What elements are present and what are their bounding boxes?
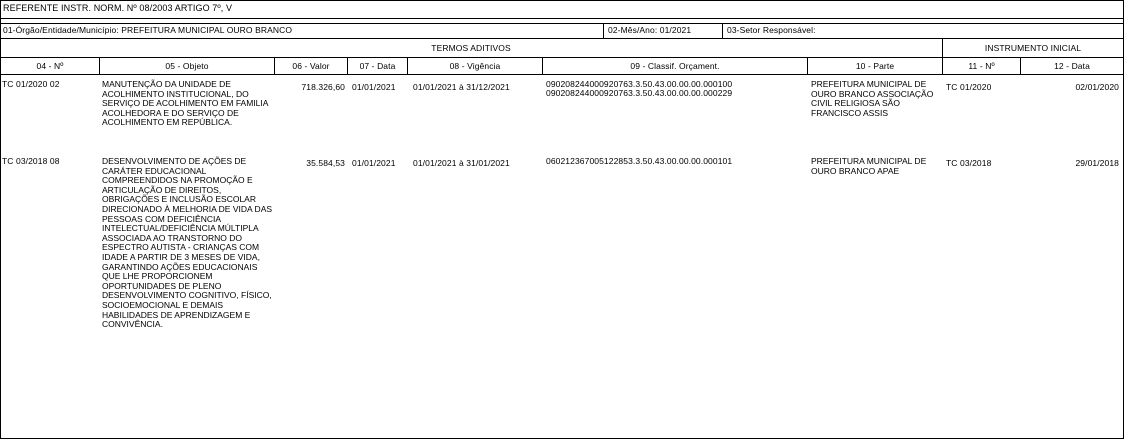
- cell-parte: PREFEITURA MUNICIPAL DE OURO BRANCO APAE: [811, 156, 927, 176]
- cell-objeto: MANUTENÇÃO DA UNIDADE DE ACOLHIMENTO INS…: [102, 79, 268, 128]
- cell-inicial-numero: TC 03/2018: [946, 158, 992, 168]
- cell-inicial-data: 29/01/2018: [1075, 158, 1119, 168]
- rule-under-column-headers: [0, 74, 1124, 75]
- cell-inicial-data: 02/01/2020: [1075, 82, 1119, 92]
- divider-mes-setor: [722, 23, 723, 38]
- rule-under-reference: [0, 18, 1124, 19]
- cell-numero: TC 01/2020 02: [2, 79, 60, 89]
- col-header-parte: 10 - Parte: [855, 61, 895, 71]
- col-header-inicial-data: 12 - Data: [1054, 61, 1090, 71]
- cell-valor: 35.584,53: [306, 158, 345, 168]
- cell-data: 01/01/2021: [352, 158, 396, 168]
- col-header-numero: 04 - Nº: [36, 61, 64, 71]
- col-header-objeto: 05 - Objeto: [165, 61, 209, 71]
- top-border: [0, 0, 1124, 1]
- col-header-valor: 06 - Valor: [292, 61, 330, 71]
- setor-field: 03-Setor Responsável:: [727, 25, 816, 35]
- mes-ano-field: 02-Mês/Ano: 01/2021: [608, 25, 692, 35]
- rule-above-orgao: [0, 23, 1124, 24]
- instrumento-inicial-heading: INSTRUMENTO INICIAL: [984, 43, 1082, 53]
- cell-parte: PREFEITURA MUNICIPAL DE OURO BRANCO ASSO…: [811, 79, 934, 118]
- cell-inicial-numero: TC 01/2020: [946, 82, 992, 92]
- col-header-inicial-numero: 11 - Nº: [968, 61, 995, 71]
- col-header-classif: 09 - Classif. Orçament.: [630, 61, 720, 71]
- cell-classif-1: 060212367005122853.3.50.43.00.00.00.0001…: [546, 156, 733, 166]
- cell-data: 01/01/2021: [352, 82, 396, 92]
- reference-text: REFERENTE INSTR. NORM. Nº 08/2003 ARTIGO…: [3, 3, 233, 13]
- cell-vigencia: 01/01/2021 à 31/12/2021: [413, 82, 510, 92]
- rule-under-orgao: [0, 38, 1124, 39]
- rule-under-group-headers: [0, 57, 1124, 58]
- cell-numero: TC 03/2018 08: [2, 156, 60, 166]
- divider-orgao-mes: [603, 23, 604, 38]
- col-header-data: 07 - Data: [359, 61, 396, 71]
- orgao-field: 01-Órgão/Entidade/Município: PREFEITURA …: [3, 25, 293, 35]
- col-header-vigencia: 08 - Vigência: [449, 61, 501, 71]
- termos-aditivos-heading: TERMOS ADITIVOS: [431, 43, 511, 53]
- cell-vigencia: 01/01/2021 à 31/01/2021: [413, 158, 510, 168]
- cell-objeto: DESENVOLVIMENTO DE AÇÕES DE CARÁTER EDUC…: [102, 156, 273, 330]
- cell-classif-2: 090208244000920763.3.50.43.00.00.00.0002…: [546, 88, 733, 98]
- cell-valor: 718.326,60: [301, 82, 345, 92]
